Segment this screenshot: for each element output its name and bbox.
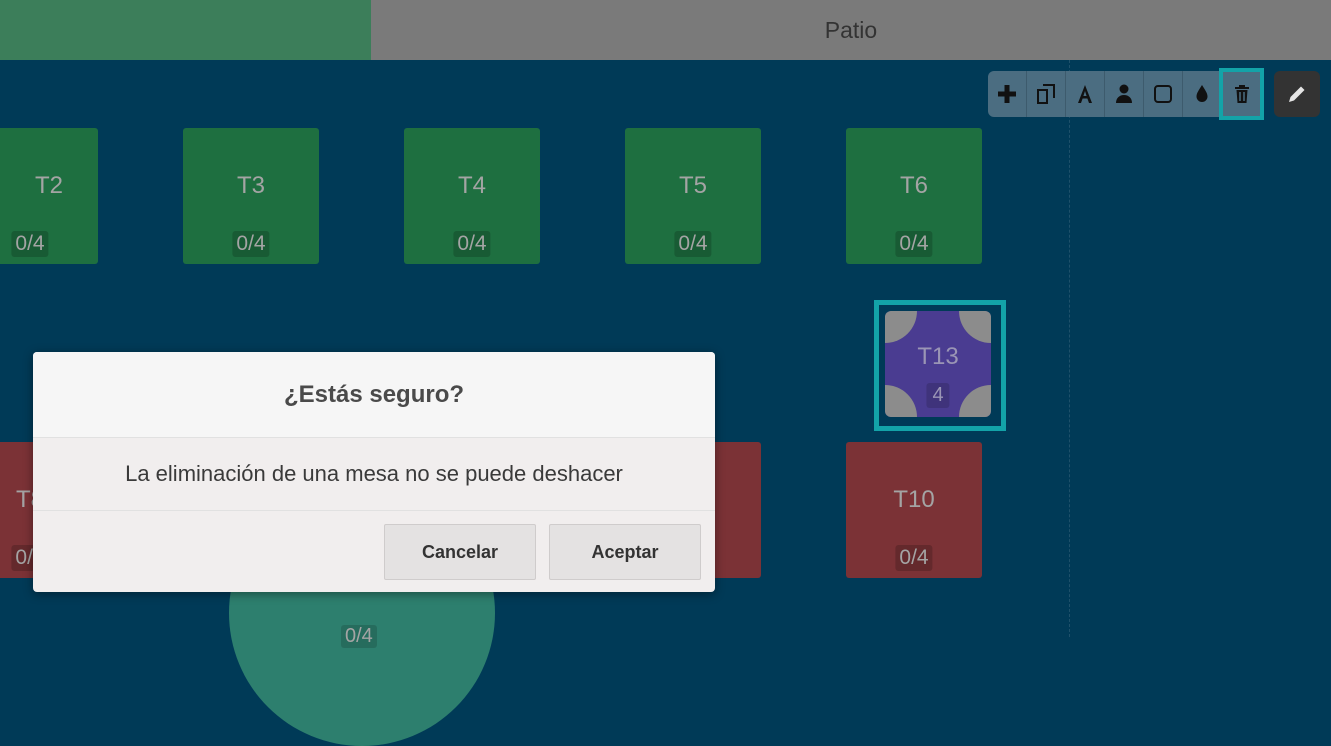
table-capacity: 0/4 [895,545,933,571]
drop-icon [1196,85,1208,102]
edit-mode-button[interactable] [1274,71,1320,117]
table-name: T2 [34,172,63,199]
duplicate-button[interactable] [1027,71,1066,117]
trash-icon [1234,85,1249,103]
table-t5[interactable]: T5 0/4 [625,128,761,264]
table-name: T6 [899,172,928,199]
shape-button[interactable] [1144,71,1183,117]
table-capacity: 0/4 [11,231,49,257]
table-name: T5 [678,172,707,199]
table-name: T3 [236,172,265,199]
dialog-body: La eliminación de una mesa no se puede d… [33,438,715,511]
dialog-footer: Cancelar Aceptar [33,511,715,592]
chair-shape [885,385,917,417]
table-name: T10 [893,486,935,513]
table-capacity: 0/4 [674,231,712,257]
accept-button[interactable]: Aceptar [549,524,701,580]
plus-icon [998,85,1016,103]
dialog-message: La eliminación de una mesa no se puede d… [125,461,623,486]
pencil-icon [1289,86,1305,102]
table-capacity: 0/4 [453,231,491,257]
area-tab-patio[interactable]: Patio [371,0,1331,60]
person-button[interactable] [1105,71,1144,117]
table-t4[interactable]: T4 0/4 [404,128,540,264]
grid-guide-line [1069,60,1070,637]
person-icon [1116,84,1132,103]
chair-shape [959,311,991,343]
chair-shape [959,385,991,417]
text-button[interactable] [1066,71,1105,117]
table-capacity: 4 [926,383,950,408]
dialog-header: ¿Estás seguro? [33,352,715,438]
area-tab-bar: Patio [0,0,1331,60]
table-capacity: 0/4 [232,231,270,257]
dialog-title: ¿Estás seguro? [283,380,465,408]
color-button[interactable] [1183,71,1222,117]
table-name: T13 [917,343,959,370]
table-capacity: 0/4 [895,231,933,257]
table-t6[interactable]: T6 0/4 [846,128,982,264]
confirm-delete-dialog: ¿Estás seguro? La eliminación de una mes… [33,352,715,592]
chair-shape [885,311,917,343]
text-icon [1078,85,1092,103]
area-tab-previous[interactable] [0,0,371,60]
table-t10[interactable]: T10 0/4 [846,442,982,578]
table-name: T4 [457,172,486,199]
add-table-button[interactable] [988,71,1027,117]
table-t2[interactable]: T2 0/4 [0,128,98,264]
table-t3[interactable]: T3 0/4 [183,128,319,264]
table-t13[interactable]: T13 4 [885,311,991,417]
copy-icon [1037,84,1055,104]
cancel-button[interactable]: Cancelar [384,524,536,580]
square-icon [1154,85,1172,103]
area-tab-patio-label: Patio [824,16,878,43]
editor-toolbar [988,68,1264,120]
delete-button[interactable] [1219,68,1264,120]
